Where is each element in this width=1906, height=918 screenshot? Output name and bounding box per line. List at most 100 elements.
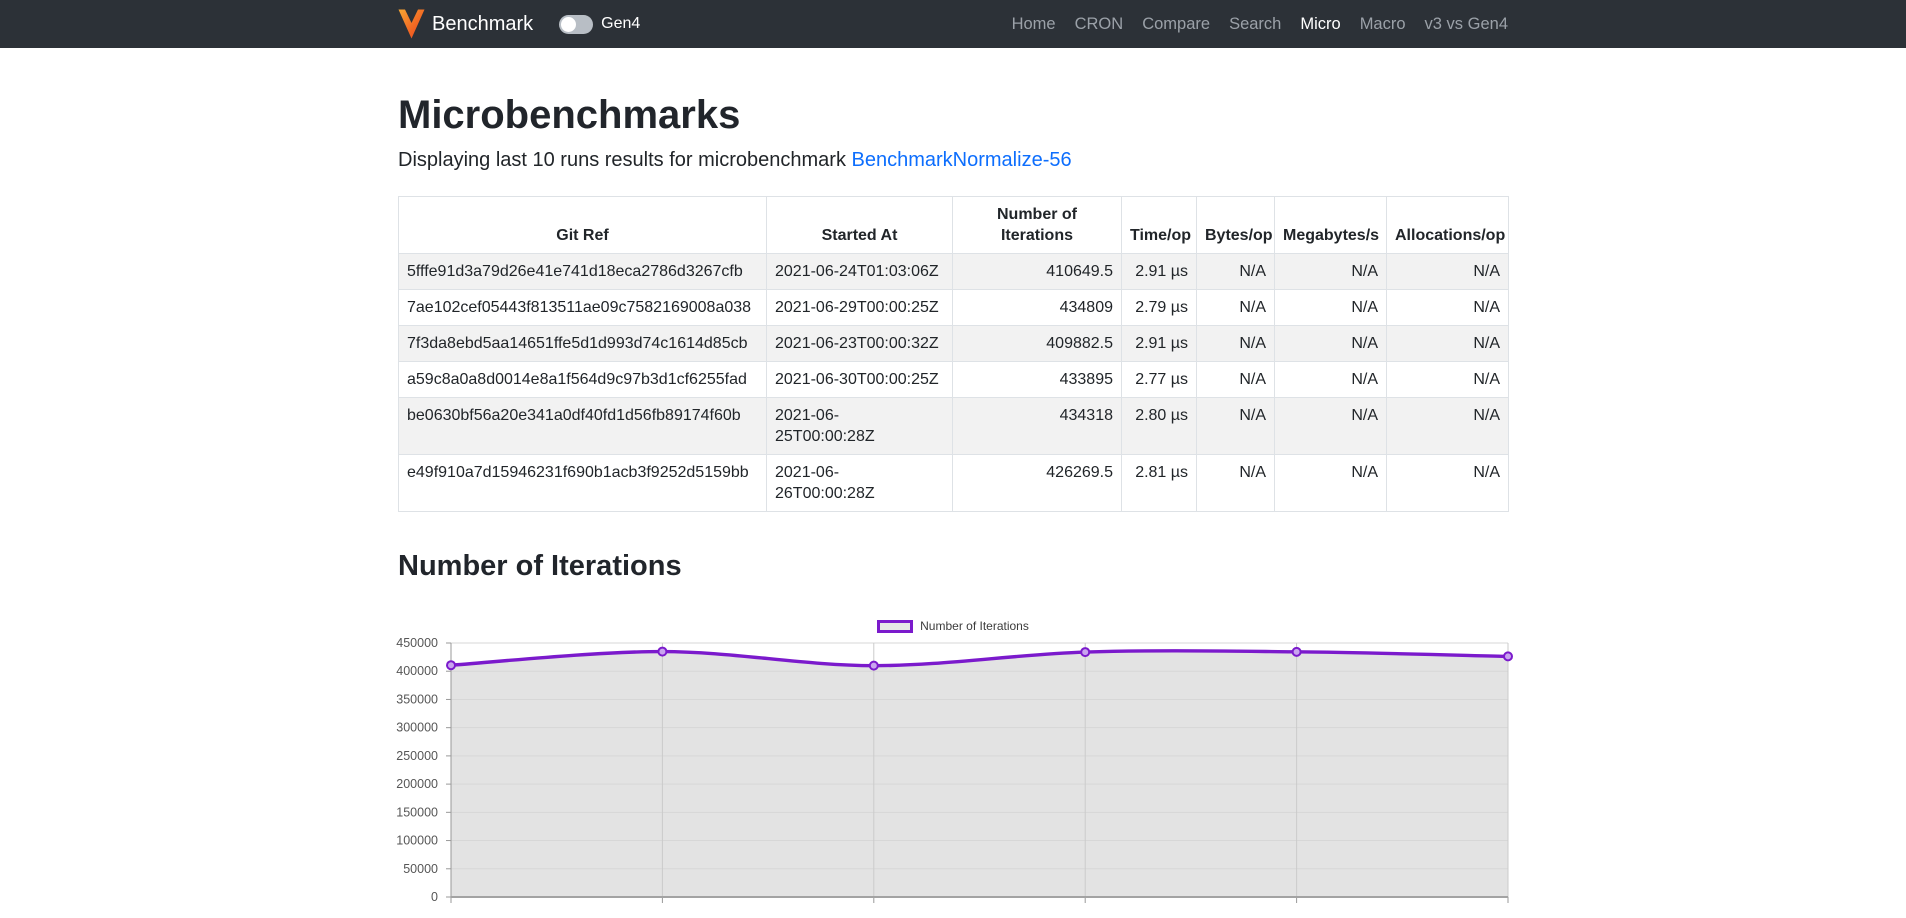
- cell-bytes-op: N/A: [1197, 362, 1275, 398]
- brand-link[interactable]: Benchmark: [398, 9, 533, 39]
- cell-git-ref: e49f910a7d15946231f690b1acb3f9252d5159bb: [399, 455, 767, 512]
- nav-link-cron[interactable]: CRON: [1075, 15, 1124, 34]
- chart-data-point[interactable]: [447, 661, 455, 669]
- table-row: a59c8a0a8d0014e8a1f564d9c97b3d1cf6255fad…: [399, 362, 1509, 398]
- cell-started-at: 2021-06- 25T00:00:28Z: [767, 398, 953, 455]
- y-tick-label: 350000: [396, 692, 438, 706]
- nav-link-compare[interactable]: Compare: [1142, 15, 1210, 34]
- cell-megabytes-s: N/A: [1275, 455, 1387, 512]
- cell-time-op: 2.80 µs: [1122, 398, 1197, 455]
- chart-section-title: Number of Iterations: [398, 550, 1508, 583]
- cell-bytes-op: N/A: [1197, 290, 1275, 326]
- col-header-started-at: Started At: [767, 197, 953, 254]
- y-tick-label: 50000: [403, 862, 438, 876]
- chart-data-point[interactable]: [1504, 652, 1512, 660]
- col-header-git-ref: Git Ref: [399, 197, 767, 254]
- subtitle: Displaying last 10 runs results for micr…: [398, 149, 1508, 172]
- cell-started-at: 2021-06- 26T00:00:28Z: [767, 455, 953, 512]
- cell-iterations: 434809: [953, 290, 1122, 326]
- cell-megabytes-s: N/A: [1275, 254, 1387, 290]
- y-tick-label: 0: [431, 890, 438, 904]
- cell-started-at: 2021-06-24T01:03:06Z: [767, 254, 953, 290]
- cell-allocations-op: N/A: [1387, 326, 1509, 362]
- cell-bytes-op: N/A: [1197, 254, 1275, 290]
- main-content: Microbenchmarks Displaying last 10 runs …: [398, 93, 1508, 918]
- cell-git-ref: be0630bf56a20e341a0df40fd1d56fb89174f60b: [399, 398, 767, 455]
- cell-started-at: 2021-06-30T00:00:25Z: [767, 362, 953, 398]
- cell-iterations: 433895: [953, 362, 1122, 398]
- nav-link-macro[interactable]: Macro: [1360, 15, 1406, 34]
- top-navbar: Benchmark Gen4 Home CRON Compare Search …: [0, 0, 1906, 48]
- cell-time-op: 2.77 µs: [1122, 362, 1197, 398]
- cell-allocations-op: N/A: [1387, 254, 1509, 290]
- subtitle-text: Displaying last 10 runs results for micr…: [398, 149, 846, 171]
- table-row: e49f910a7d15946231f690b1acb3f9252d5159bb…: [399, 455, 1509, 512]
- chart-svg[interactable]: 0 50000 100000 150000 200000 250000 300000 3500…: [398, 640, 1508, 918]
- microbenchmark-results-table: Git Ref Started At Number of Iterations …: [398, 196, 1509, 512]
- cell-time-op: 2.79 µs: [1122, 290, 1197, 326]
- legend-label: Number of Iterations: [920, 619, 1029, 633]
- cell-megabytes-s: N/A: [1275, 398, 1387, 455]
- cell-bytes-op: N/A: [1197, 398, 1275, 455]
- col-header-number-of-iterations: Number of Iterations: [953, 197, 1122, 254]
- chart-data-point[interactable]: [658, 648, 666, 656]
- y-tick-label: 150000: [396, 805, 438, 819]
- cell-started-at: 2021-06-23T00:00:32Z: [767, 326, 953, 362]
- cell-git-ref: a59c8a0a8d0014e8a1f564d9c97b3d1cf6255fad: [399, 362, 767, 398]
- y-tick-label: 300000: [396, 721, 438, 735]
- toggle-switch-icon[interactable]: [559, 15, 593, 34]
- cell-bytes-op: N/A: [1197, 326, 1275, 362]
- cell-time-op: 2.91 µs: [1122, 254, 1197, 290]
- cell-time-op: 2.91 µs: [1122, 326, 1197, 362]
- nav-link-home[interactable]: Home: [1012, 15, 1056, 34]
- nav-links: Home CRON Compare Search Micro Macro v3 …: [1012, 15, 1508, 34]
- legend-swatch-icon: [877, 620, 913, 633]
- gen4-toggle-label: Gen4: [601, 15, 640, 33]
- chart-data-point[interactable]: [1293, 648, 1301, 656]
- table-row: 5fffe91d3a79d26e41e741d18eca2786d3267cfb…: [399, 254, 1509, 290]
- table-row: be0630bf56a20e341a0df40fd1d56fb89174f60b…: [399, 398, 1509, 455]
- nav-link-search[interactable]: Search: [1229, 15, 1281, 34]
- table-header-row: Git Ref Started At Number of Iterations …: [399, 197, 1509, 254]
- cell-git-ref: 7f3da8ebd5aa14651ffe5d1d993d74c1614d85cb: [399, 326, 767, 362]
- chart-data-point[interactable]: [1081, 648, 1089, 656]
- cell-git-ref: 7ae102cef05443f813511ae09c7582169008a038: [399, 290, 767, 326]
- table-row: 7f3da8ebd5aa14651ffe5d1d993d74c1614d85cb…: [399, 326, 1509, 362]
- chart-legend[interactable]: Number of Iterations: [398, 619, 1508, 633]
- y-tick-label: 450000: [396, 636, 438, 650]
- nav-link-v3-vs-gen4[interactable]: v3 vs Gen4: [1425, 15, 1508, 34]
- cell-iterations: 409882.5: [953, 326, 1122, 362]
- cell-megabytes-s: N/A: [1275, 290, 1387, 326]
- cell-allocations-op: N/A: [1387, 398, 1509, 455]
- cell-iterations: 426269.5: [953, 455, 1122, 512]
- chart-data-point[interactable]: [870, 662, 878, 670]
- chart-area-fill: [451, 651, 1508, 897]
- gen4-toggle[interactable]: Gen4: [559, 15, 640, 34]
- y-tick-label: 400000: [396, 664, 438, 678]
- y-tick-label: 100000: [396, 834, 438, 848]
- page-title: Microbenchmarks: [398, 93, 1508, 138]
- col-header-time-op: Time/op: [1122, 197, 1197, 254]
- cell-iterations: 410649.5: [953, 254, 1122, 290]
- iterations-line-chart[interactable]: 0 50000 100000 150000 200000 250000 300000 3500…: [398, 640, 1508, 918]
- cell-allocations-op: N/A: [1387, 290, 1509, 326]
- y-tick-label: 250000: [396, 749, 438, 763]
- y-tick-label: 200000: [396, 777, 438, 791]
- cell-bytes-op: N/A: [1197, 455, 1275, 512]
- cell-time-op: 2.81 µs: [1122, 455, 1197, 512]
- cell-megabytes-s: N/A: [1275, 362, 1387, 398]
- benchmark-link[interactable]: BenchmarkNormalize-56: [852, 149, 1072, 171]
- cell-started-at: 2021-06-29T00:00:25Z: [767, 290, 953, 326]
- cell-allocations-op: N/A: [1387, 455, 1509, 512]
- col-header-megabytes-s: Megabytes/s: [1275, 197, 1387, 254]
- cell-allocations-op: N/A: [1387, 362, 1509, 398]
- cell-git-ref: 5fffe91d3a79d26e41e741d18eca2786d3267cfb: [399, 254, 767, 290]
- vitess-logo-icon: [398, 9, 425, 39]
- brand-name: Benchmark: [432, 13, 533, 36]
- cell-megabytes-s: N/A: [1275, 326, 1387, 362]
- table-row: 7ae102cef05443f813511ae09c7582169008a038…: [399, 290, 1509, 326]
- cell-iterations: 434318: [953, 398, 1122, 455]
- col-header-bytes-op: Bytes/op: [1197, 197, 1275, 254]
- nav-link-micro[interactable]: Micro: [1300, 15, 1340, 34]
- col-header-allocations-op: Allocations/op: [1387, 197, 1509, 254]
